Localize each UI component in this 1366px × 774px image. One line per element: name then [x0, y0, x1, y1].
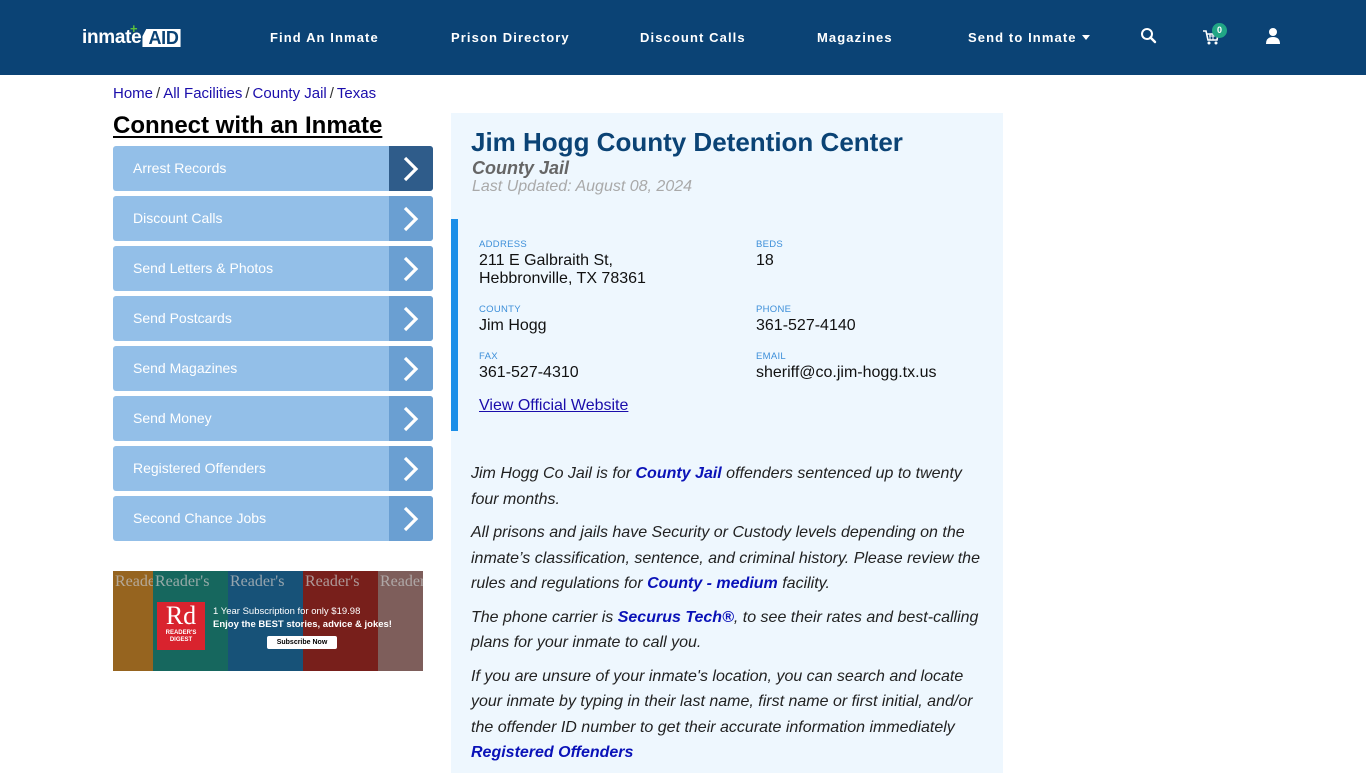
top-navbar: inmate AID + Find An Inmate Prison Direc…	[0, 0, 1366, 75]
fax-label: FAX	[479, 351, 498, 362]
beds-field: BEDS 18	[756, 239, 783, 270]
fax-field: FAX 361-527-4310	[479, 351, 579, 382]
sidebar-item-label: Discount Calls	[133, 210, 223, 226]
logo-plus-icon: +	[130, 21, 138, 36]
nav-send-to-inmate[interactable]: Send to Inmate	[968, 30, 1090, 45]
facility-panel: Jim Hogg County Detention Center County …	[451, 113, 1003, 773]
ad-subheadline: Enjoy the BEST stories, advice & jokes!	[213, 619, 392, 630]
nav-prison-directory[interactable]: Prison Directory	[451, 30, 570, 45]
sidebar-item-send-postcards[interactable]: Send Postcards	[113, 296, 433, 341]
breadcrumb: Home / All Facilities / County Jail / Texas	[113, 85, 376, 102]
description-paragraph: All prisons and jails have Security or C…	[471, 524, 980, 592]
phone-field: PHONE 361-527-4140	[756, 304, 856, 335]
facility-description: Jim Hogg Co Jail is for County Jail offe…	[471, 461, 991, 774]
county-jail-link[interactable]: County Jail	[636, 465, 722, 482]
chevron-right-icon	[389, 146, 433, 191]
chevron-right-icon	[389, 396, 433, 441]
county-field: COUNTY Jim Hogg	[479, 304, 547, 335]
breadcrumb-all-facilities[interactable]: All Facilities	[163, 85, 242, 102]
sidebar-title: Connect with an Inmate	[113, 112, 383, 139]
sidebar-item-label: Send Postcards	[133, 310, 232, 326]
sidebar-item-second-chance-jobs[interactable]: Second Chance Jobs	[113, 496, 433, 541]
address-line2: Hebbronville, TX 78361	[479, 270, 646, 287]
sidebar-item-discount-calls[interactable]: Discount Calls	[113, 196, 433, 241]
sidebar-item-label: Send Letters & Photos	[133, 260, 274, 276]
email-field: EMAIL sheriff@co.jim-hogg.tx.us	[756, 351, 936, 382]
breadcrumb-county-jail[interactable]: County Jail	[253, 85, 327, 102]
sidebar-menu: Arrest Records Discount Calls Send Lette…	[113, 146, 433, 546]
sidebar-item-send-money[interactable]: Send Money	[113, 396, 433, 441]
beds-label: BEDS	[756, 239, 784, 250]
breadcrumb-texas[interactable]: Texas	[337, 85, 376, 102]
description-paragraph: Jim Hogg Co Jail is for County Jail offe…	[471, 465, 962, 508]
nav-magazines[interactable]: Magazines	[817, 30, 893, 45]
readers-digest-logo: Rd READER'S DIGEST	[157, 602, 205, 650]
fax-value: 361-527-4310	[479, 364, 579, 381]
description-paragraph: The phone carrier is Securus Tech®, to s…	[471, 608, 979, 652]
ad-headline: 1 Year Subscription for only $19.98	[213, 606, 361, 617]
logo-accent: AID	[142, 29, 181, 47]
registered-offenders-link[interactable]: Registered Offenders	[471, 744, 633, 761]
nav-find-inmate[interactable]: Find An Inmate	[270, 30, 379, 45]
phone-label: PHONE	[756, 304, 792, 315]
address-label: ADDRESS	[479, 239, 528, 250]
beds-value: 18	[756, 252, 774, 269]
county-medium-link[interactable]: County - medium	[647, 575, 778, 592]
readers-digest-ad[interactable]: Reader's Reader's Reader's Reader's Read…	[113, 571, 423, 671]
sidebar-item-send-letters-photos[interactable]: Send Letters & Photos	[113, 246, 433, 291]
facility-info-card: ADDRESS 211 E Galbraith St, Hebbronville…	[451, 219, 1003, 431]
user-icon[interactable]	[1264, 27, 1282, 45]
chevron-right-icon	[389, 296, 433, 341]
email-value[interactable]: sheriff@co.jim-hogg.tx.us	[756, 364, 936, 382]
chevron-right-icon	[389, 346, 433, 391]
sidebar-item-label: Send Money	[133, 410, 212, 426]
securus-tech-link[interactable]: Securus Tech®	[618, 609, 734, 626]
chevron-right-icon	[389, 446, 433, 491]
address-field: ADDRESS 211 E Galbraith St, Hebbronville…	[479, 239, 646, 288]
county-value: Jim Hogg	[479, 317, 547, 334]
facility-name: Jim Hogg County Detention Center	[471, 127, 903, 157]
chevron-right-icon	[389, 496, 433, 541]
last-updated: Last Updated: August 08, 2024	[472, 178, 693, 195]
search-icon[interactable]	[1140, 27, 1158, 45]
address-line1: 211 E Galbraith St,	[479, 252, 613, 269]
cart-count-badge: 0	[1212, 23, 1227, 38]
facility-type: County Jail	[472, 158, 570, 178]
nav-discount-calls[interactable]: Discount Calls	[640, 30, 746, 45]
breadcrumb-separator: /	[156, 85, 161, 102]
sidebar-item-label: Second Chance Jobs	[133, 510, 267, 526]
inmateaid-logo[interactable]: inmate AID +	[82, 21, 181, 49]
subscribe-now-button[interactable]: Subscribe Now	[267, 636, 337, 649]
county-label: COUNTY	[479, 304, 521, 315]
sidebar-item-label: Registered Offenders	[133, 460, 266, 476]
sidebar-item-send-magazines[interactable]: Send Magazines	[113, 346, 433, 391]
nav-send-to-inmate-label: Send to Inmate	[968, 30, 1077, 45]
breadcrumb-home[interactable]: Home	[113, 85, 153, 102]
chevron-right-icon	[389, 196, 433, 241]
breadcrumb-separator: /	[329, 85, 334, 102]
sidebar-item-arrest-records[interactable]: Arrest Records	[113, 146, 433, 191]
sidebar-item-label: Send Magazines	[133, 360, 238, 376]
view-official-website-link[interactable]: View Official Website	[479, 397, 628, 415]
phone-value[interactable]: 361-527-4140	[756, 317, 856, 335]
sidebar-item-label: Arrest Records	[133, 160, 227, 176]
description-paragraph: If you are unsure of your inmate's locat…	[471, 667, 973, 762]
sidebar-item-registered-offenders[interactable]: Registered Offenders	[113, 446, 433, 491]
chevron-right-icon	[389, 246, 433, 291]
caret-down-icon	[1081, 35, 1090, 40]
email-label: EMAIL	[756, 351, 787, 362]
breadcrumb-separator: /	[245, 85, 250, 102]
